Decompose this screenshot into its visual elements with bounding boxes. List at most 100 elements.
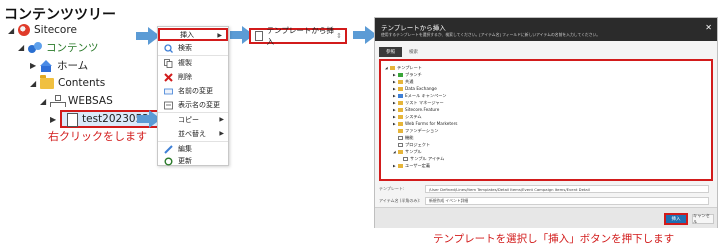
document-icon [398,136,403,140]
menu-item-duplicate[interactable]: 複製 [158,57,228,69]
template-tree-item[interactable]: ◢ サンプル [393,149,422,155]
close-icon[interactable]: ✕ [705,23,712,32]
template-path-row: テンプレート: /User Defined/Lines/Item Templat… [379,185,709,193]
scroll-arrows-icon: ⇕ [336,32,342,40]
menu-item-label: 編集 [178,145,192,153]
content-icon [28,41,42,54]
template-tree-item[interactable]: ▶ Eメール キャンペーン [393,93,446,99]
tree-node-label: WEBSAS [68,95,113,107]
template-tree-item[interactable]: サンプル アイテム [403,156,444,162]
context-menu: 挿入 ▶ 検索 複製 削除 名前の変更 表示名の変更 コピー ▶ 並べ替え ▶ … [157,26,229,166]
tree-node-sitecore[interactable]: ◢ Sitecore [8,24,77,36]
tree-item-label: Eメール キャンペーン [405,93,447,98]
tree-item-label: ブランチ [405,72,422,77]
tree-item-label: 機能 [405,135,414,140]
menu-item-label: 検索 [178,44,192,52]
menu-item-search[interactable]: 検索 [158,42,228,54]
expand-arrow-icon[interactable]: ▶ [50,115,60,124]
tree-node-websas[interactable]: ◢ WEBSAS [40,95,113,107]
menu-item-sort[interactable]: 並べ替え ▶ [158,128,228,140]
tree-item-label: サンプル アイテム [410,156,445,161]
collapse-arrow-icon[interactable]: ◢ [18,43,28,52]
insert-from-template-label: テンプレートから挿入 [266,26,334,46]
template-tree-item[interactable]: ファンデーション [398,128,438,134]
tree-item-label: Sitecore.Feature [405,107,440,112]
tree-item-label: サンプル [405,149,422,154]
template-tree-item[interactable]: 機能 [398,135,413,141]
email-icon [398,94,403,98]
menu-divider [158,55,228,56]
tree-node-label: ホーム [57,60,89,72]
menu-item-label: 複製 [178,59,192,67]
template-tree-item[interactable]: プロジェクト [398,142,430,148]
template-tree-item[interactable]: ▶ 共通 [393,79,413,85]
submenu-arrow-icon: ▶ [219,130,224,137]
document-icon [255,31,263,41]
menu-item-refresh[interactable]: 更新 [158,155,228,167]
item-name-row: アイテム名 (半角のみ): 新規作成 イベント詳細 [379,197,709,205]
insert-from-template-dialog: テンプレートから挿入 使用するテンプレートを選択するか、検索してください。[アイ… [374,17,718,228]
submenu-arrow-icon: ▶ [219,116,224,123]
item-name-field[interactable]: 新規作成 イベント詳細 [425,197,709,205]
menu-divider [158,141,228,142]
tab-search[interactable]: 検索 [402,47,425,57]
template-tree-item[interactable]: ▶ リスト マネージャー [393,100,444,106]
template-label: テンプレート: [379,186,405,191]
folder-icon [398,101,403,105]
item-name-label: アイテム名 (半角のみ): [379,198,421,203]
collapse-arrow-icon[interactable]: ◢ [40,97,50,106]
menu-item-rename[interactable]: 名前の変更 [158,85,228,97]
tree-node-contents[interactable]: ◢ Contents [30,74,105,89]
folder-icon [398,107,403,112]
menu-item-label: 挿入 [180,30,194,39]
copy-icon [164,116,173,125]
edit-icon [164,144,173,154]
document-icon [398,143,403,147]
tree-node-content[interactable]: ◢ コンテンツ [18,40,99,55]
template-tree-item[interactable]: ◢ テンプレート [385,65,422,71]
template-tree-item[interactable]: ▶ Web Forms for Marketers [393,121,458,126]
menu-item-label: 削除 [178,73,192,81]
menu-item-display-name[interactable]: 表示名の変更 [158,99,228,111]
insert-icon [166,30,175,39]
tab-browse[interactable]: 参照 [379,47,402,57]
display-name-icon [164,101,173,110]
duplicate-icon [164,58,173,68]
template-tree-item[interactable]: ▶ システム [393,114,422,120]
search-icon [164,43,173,53]
template-tree: ◢ テンプレート ▶ ブランチ ▶ 共通 ▶ Data Exchange ▶ Eメール キ… [379,59,713,181]
tree-item-label: リスト マネージャー [405,100,444,105]
home-icon [40,59,53,72]
tree-item-label: システム [405,114,422,119]
folder-icon [390,66,395,70]
tree-node-home[interactable]: ▶ ホーム [30,58,88,73]
template-tree-item[interactable]: ▶ ユーザー定義 [393,163,430,169]
insert-button[interactable]: 挿入 [664,213,688,225]
tree-item-label: 共通 [405,79,414,84]
template-tree-item[interactable]: ▶ Sitecore.Feature [393,107,439,112]
template-tree-item[interactable]: ▶ Data Exchange [393,86,437,91]
tree-item-label: Web Forms for Marketers [405,121,458,126]
insert-from-template-item[interactable]: テンプレートから挿入 ⇕ [249,26,347,46]
menu-item-insert[interactable]: 挿入 ▶ [158,28,228,41]
menu-item-label: 表示名の変更 [178,101,220,109]
menu-item-edit[interactable]: 編集 [158,143,228,155]
menu-item-copy[interactable]: コピー ▶ [158,114,228,126]
menu-item-label: 更新 [178,157,192,165]
select-template-instruction: テンプレートを選択し「挿入」ボタンを押下します [433,233,675,245]
menu-divider [158,112,228,113]
delete-icon [164,72,173,82]
submenu-arrow-icon: ▶ [217,32,222,39]
cancel-button[interactable]: キャンセル [692,213,714,224]
folder-icon [398,121,403,126]
tree-item-label: テンプレート [397,65,422,70]
collapse-arrow-icon[interactable]: ◢ [30,79,40,88]
template-path-field[interactable]: /User Defined/Lines/Item Templates/Detai… [425,185,709,193]
template-tree-item[interactable]: ▶ ブランチ [393,72,422,78]
menu-item-delete[interactable]: 削除 [158,71,228,83]
folder-icon [398,129,403,133]
dialog-subtitle: 使用するテンプレートを選択するか、検索してください。[アイテム名] フィールドに… [381,32,601,37]
folder-icon [398,164,403,168]
collapse-arrow-icon[interactable]: ◢ [8,26,18,35]
expand-arrow-icon[interactable]: ▶ [30,61,40,70]
